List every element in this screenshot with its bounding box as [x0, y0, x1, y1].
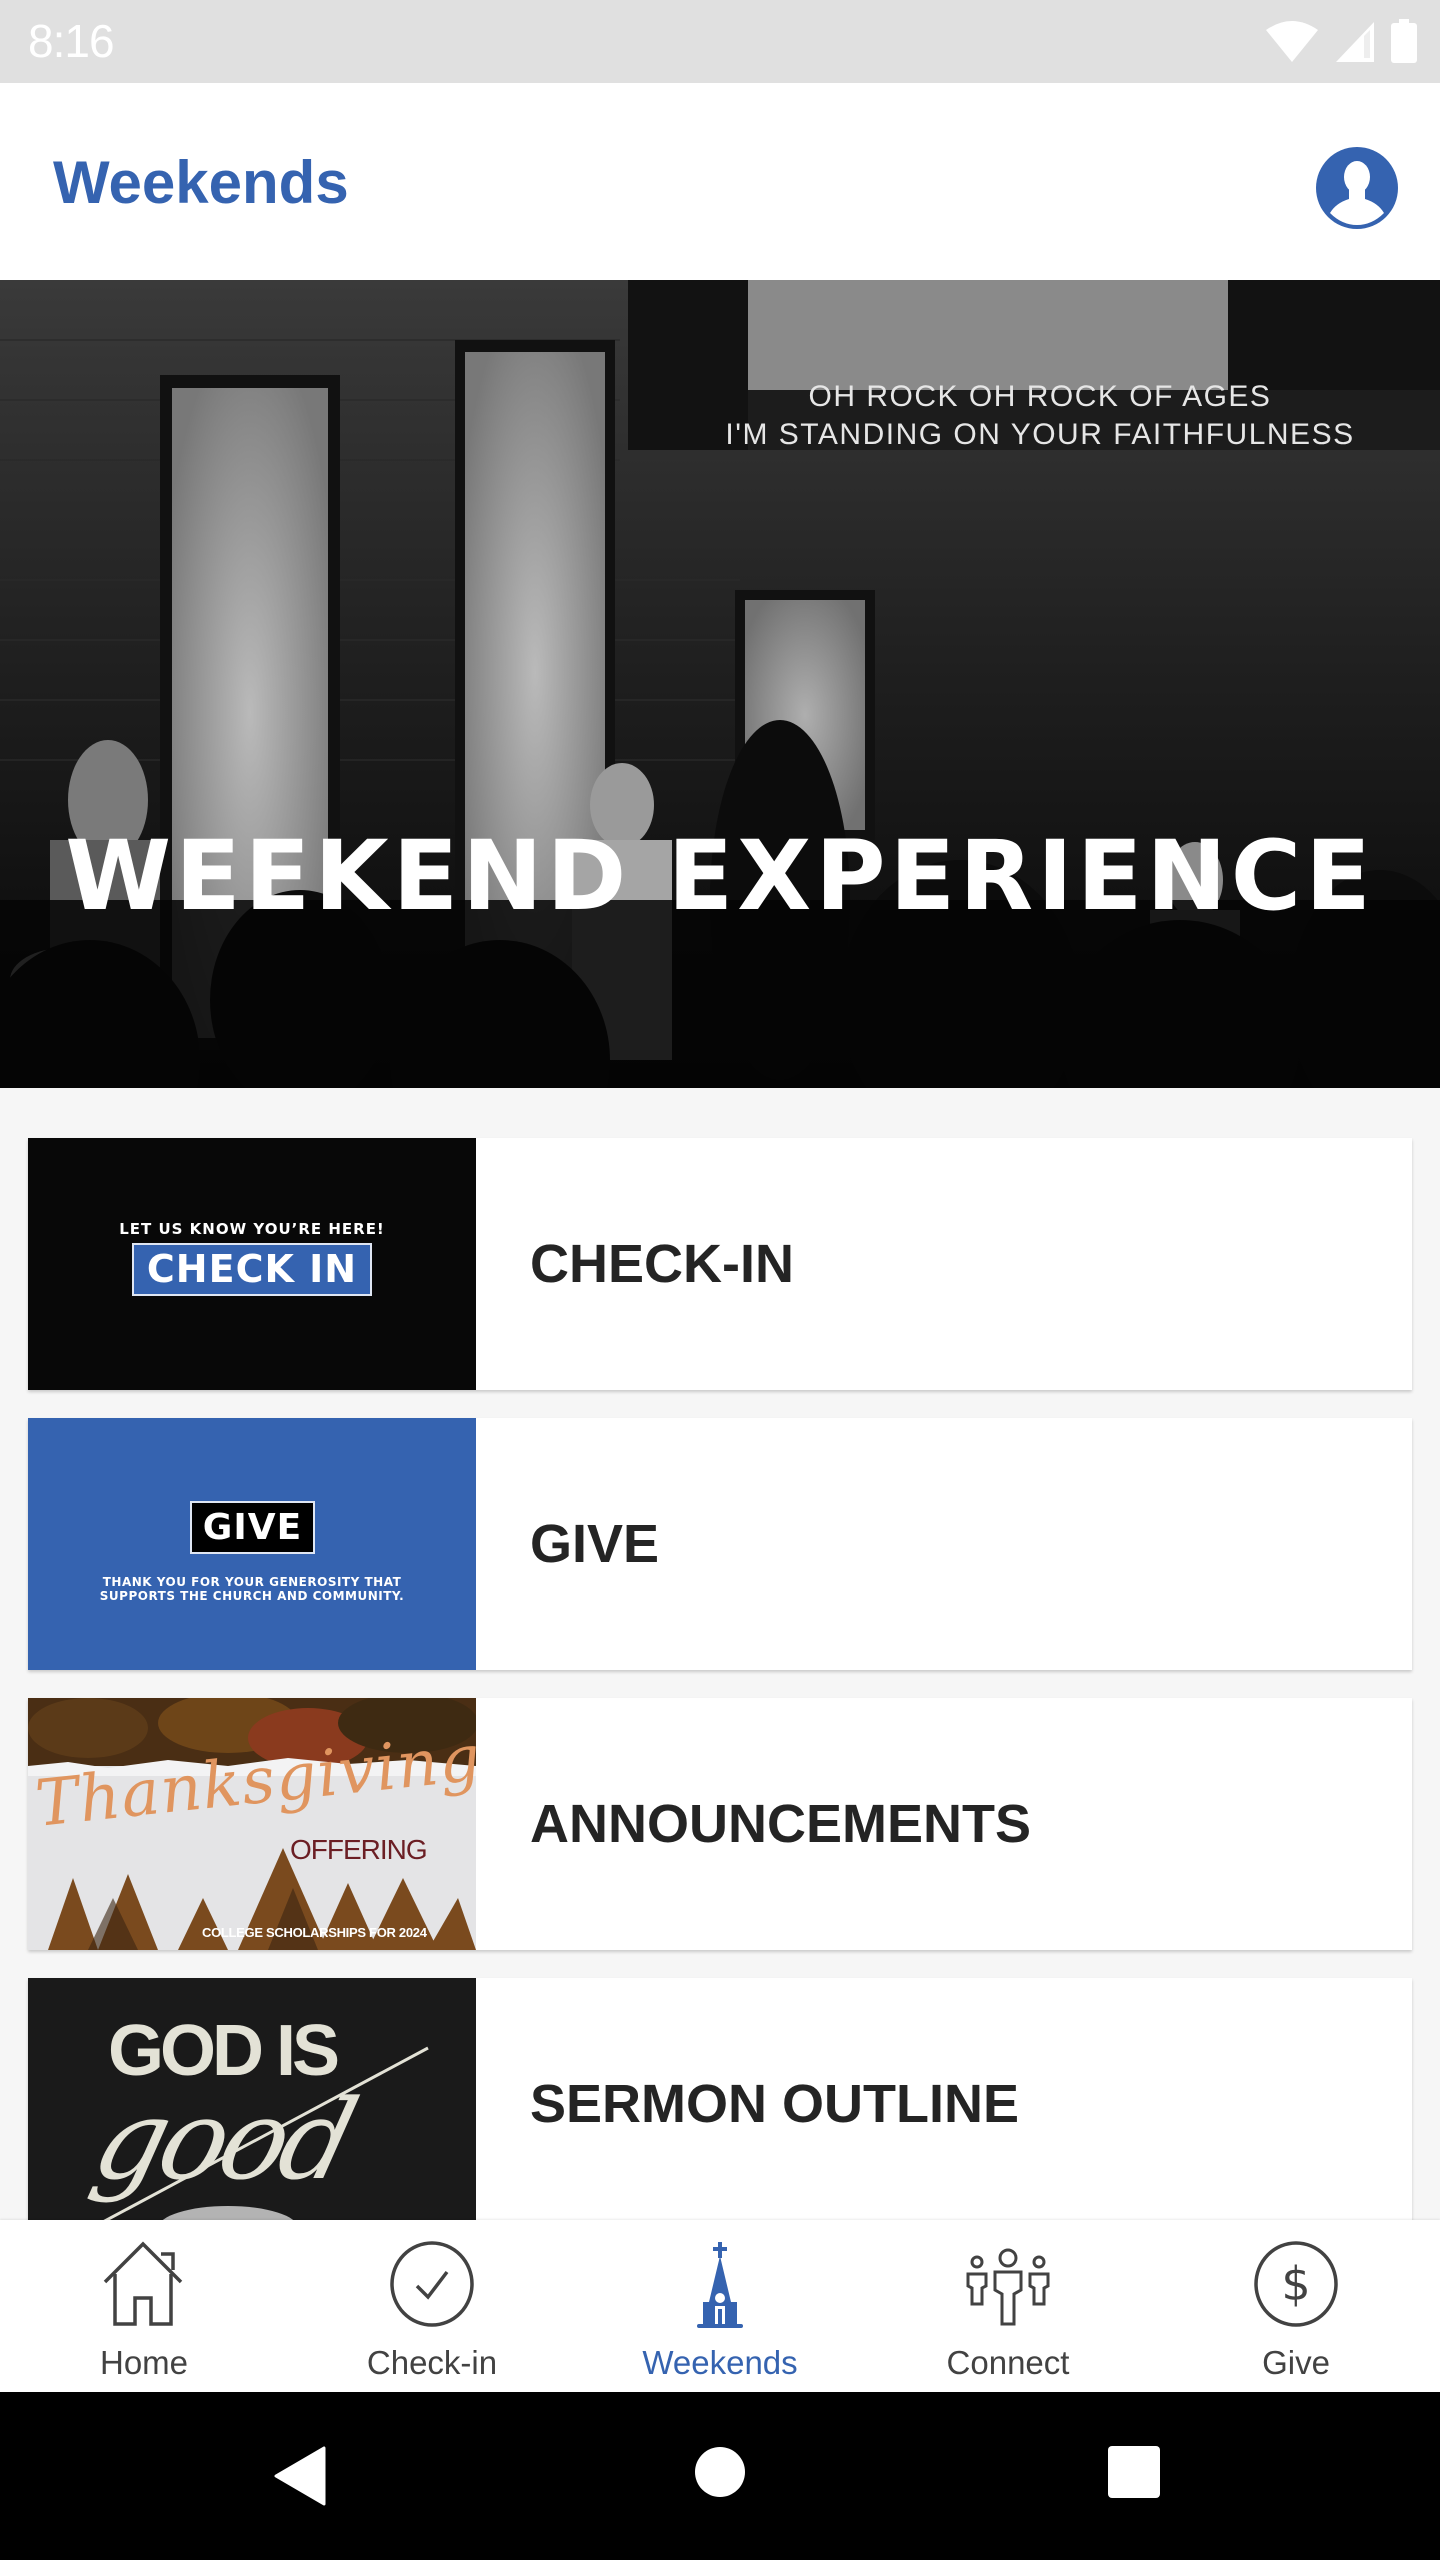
- thumbnail-caption: THANK YOU FOR YOUR GENEROSITY THAT SUPPO…: [28, 1575, 476, 1603]
- nav-label: Home: [99, 2344, 189, 2381]
- bottom-nav: Home Check-in Weekends Connect $ Give: [0, 2220, 1440, 2392]
- user-profile-icon: [1330, 161, 1384, 225]
- card-thumbnail: GOD IS good: [28, 1978, 476, 2230]
- card-title: GIVE: [530, 1514, 660, 1574]
- lyric-line: I'M STANDING ON YOUR FAITHFULNESS: [725, 418, 1355, 451]
- card-announcements[interactable]: Thanksgiving OFFERING COLLEGE SCHOLARSHI…: [28, 1698, 1412, 1950]
- card-title: SERMON OUTLINE: [530, 2074, 1020, 2134]
- dollar-circle-icon: $: [1254, 2241, 1338, 2327]
- nav-label: Check-in: [366, 2344, 498, 2381]
- nav-label: Weekends: [642, 2344, 798, 2381]
- svg-text:$: $: [1281, 2257, 1310, 2311]
- card-title: ANNOUNCEMENTS: [530, 1794, 1032, 1854]
- thumbnail-tagline: LET US KNOW YOU’RE HERE!: [119, 1220, 385, 1238]
- home-icon: [103, 2241, 183, 2326]
- wifi-icon: [1266, 21, 1318, 62]
- card-give[interactable]: GIVE THANK YOU FOR YOUR GENEROSITY THAT …: [28, 1418, 1412, 1670]
- back-icon[interactable]: [272, 2446, 328, 2506]
- sermon-art-image: [87, 2046, 429, 2230]
- status-bar: 8:16: [0, 0, 1440, 83]
- page-title: Weekends: [53, 149, 349, 216]
- battery-icon: [1391, 19, 1417, 63]
- card-thumbnail: Thanksgiving OFFERING COLLEGE SCHOLARSHI…: [28, 1698, 476, 1950]
- thumbnail-subtitle: OFFERING: [290, 1834, 428, 1865]
- thumbnail-caption-line: THANK YOU FOR YOUR GENEROSITY THAT: [102, 1575, 402, 1589]
- thumbnail-caption-line: SUPPORTS THE CHURCH AND COMMUNITY.: [99, 1589, 405, 1603]
- nav-item-connect[interactable]: Connect: [864, 2220, 1152, 2392]
- thumbnail-badge: CHECK IN: [132, 1243, 372, 1296]
- recents-icon[interactable]: [1108, 2446, 1160, 2498]
- church-icon: [697, 2242, 743, 2328]
- cell-signal-icon: [1336, 22, 1374, 62]
- card-title: CHECK-IN: [530, 1234, 794, 1294]
- hero-banner[interactable]: OH ROCK OH ROCK OF AGES I'M STANDING ON …: [0, 280, 1440, 1088]
- app-header: Weekends: [0, 83, 1440, 280]
- card-thumbnail: GIVE THANK YOU FOR YOUR GENEROSITY THAT …: [28, 1418, 476, 1670]
- hero-title: WEEKEND EXPERIENCE: [65, 820, 1375, 932]
- profile-button[interactable]: [1316, 147, 1398, 229]
- status-time: 8:16: [28, 15, 115, 67]
- status-icons: [1264, 18, 1418, 64]
- nav-item-home[interactable]: Home: [0, 2220, 288, 2392]
- nav-label: Connect: [946, 2344, 1070, 2381]
- nav-item-give[interactable]: $ Give: [1152, 2220, 1440, 2392]
- app-screen: 8:16 Weekends OH ROCK OH ROCK OF AGES I'…: [0, 0, 1440, 2560]
- thumbnail-footer: COLLEGE SCHOLARSHIPS FOR 2024: [202, 1925, 427, 1940]
- nav-label: Give: [1262, 2344, 1330, 2381]
- card-sermon-outline[interactable]: GOD IS good SERMON OUTLINE: [28, 1978, 1412, 2230]
- screen-lyrics: OH ROCK OH ROCK OF AGES I'M STANDING ON …: [660, 378, 1420, 454]
- lyric-line: OH ROCK OH ROCK OF AGES: [808, 380, 1272, 413]
- check-circle-icon: [390, 2241, 474, 2327]
- nav-item-weekends[interactable]: Weekends: [576, 2220, 864, 2392]
- nav-item-check-in[interactable]: Check-in: [288, 2220, 576, 2392]
- home-circle-icon[interactable]: [694, 2446, 746, 2498]
- card-check-in[interactable]: LET US KNOW YOU’RE HERE! CHECK IN CHECK-…: [28, 1138, 1412, 1390]
- card-thumbnail: LET US KNOW YOU’RE HERE! CHECK IN: [28, 1138, 476, 1390]
- system-nav-bar: [0, 2392, 1440, 2560]
- thumbnail-badge: GIVE: [190, 1501, 315, 1554]
- people-icon: [966, 2248, 1050, 2326]
